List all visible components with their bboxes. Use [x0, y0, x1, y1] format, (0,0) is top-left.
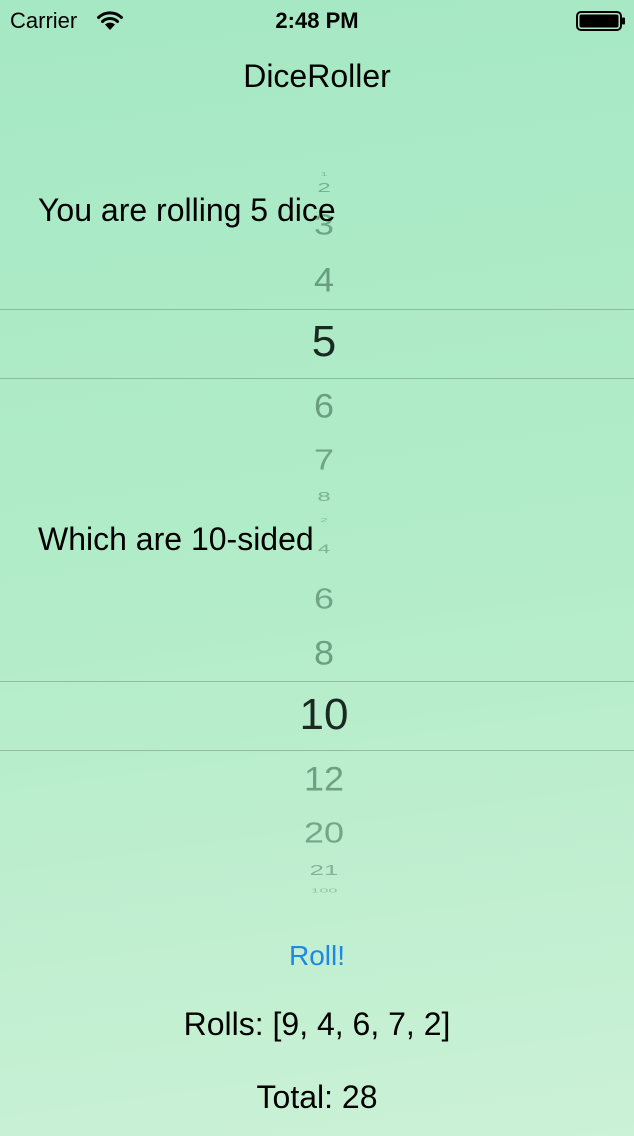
nav-title: DiceRoller: [243, 58, 391, 94]
picker-selection-bottom-line: [0, 378, 634, 379]
picker-item[interactable]: 4: [0, 262, 634, 297]
picker-item[interactable]: 1: [0, 171, 634, 177]
picker-selection-bottom-line: [0, 750, 634, 751]
picker-item[interactable]: 8: [0, 635, 634, 670]
status-time: 2:48 PM: [275, 8, 359, 33]
roll-button[interactable]: Roll!: [0, 940, 634, 972]
dice-sides-label: Which are 10-sided: [38, 521, 314, 557]
picker-item[interactable]: 6: [0, 388, 634, 423]
picker-item[interactable]: 21: [0, 863, 634, 877]
picker-item[interactable]: 6: [0, 584, 634, 614]
picker-selection-top-line: [0, 309, 634, 310]
rolls-text: Rolls: [9, 4, 6, 7, 2]: [183, 1006, 451, 1042]
picker-item[interactable]: 8: [0, 490, 634, 503]
dice-count-label: You are rolling 5 dice: [38, 192, 336, 228]
picker-item[interactable]: 20: [0, 818, 634, 848]
picker-item[interactable]: 7: [0, 445, 634, 475]
dice-sides-picker[interactable]: 2 4 6 8 10 12 20 21 100: [0, 505, 634, 905]
picker-selected-item[interactable]: 5: [0, 320, 634, 364]
picker-item[interactable]: 100: [0, 888, 634, 894]
status-bar: Carrier 2:48 PM: [0, 0, 634, 40]
picker-item[interactable]: 12: [0, 761, 634, 796]
picker-selected-item[interactable]: 10: [0, 693, 634, 737]
picker-selection-top-line: [0, 681, 634, 682]
total-text: Total: 28: [256, 1079, 378, 1115]
battery-icon: [576, 11, 626, 31]
